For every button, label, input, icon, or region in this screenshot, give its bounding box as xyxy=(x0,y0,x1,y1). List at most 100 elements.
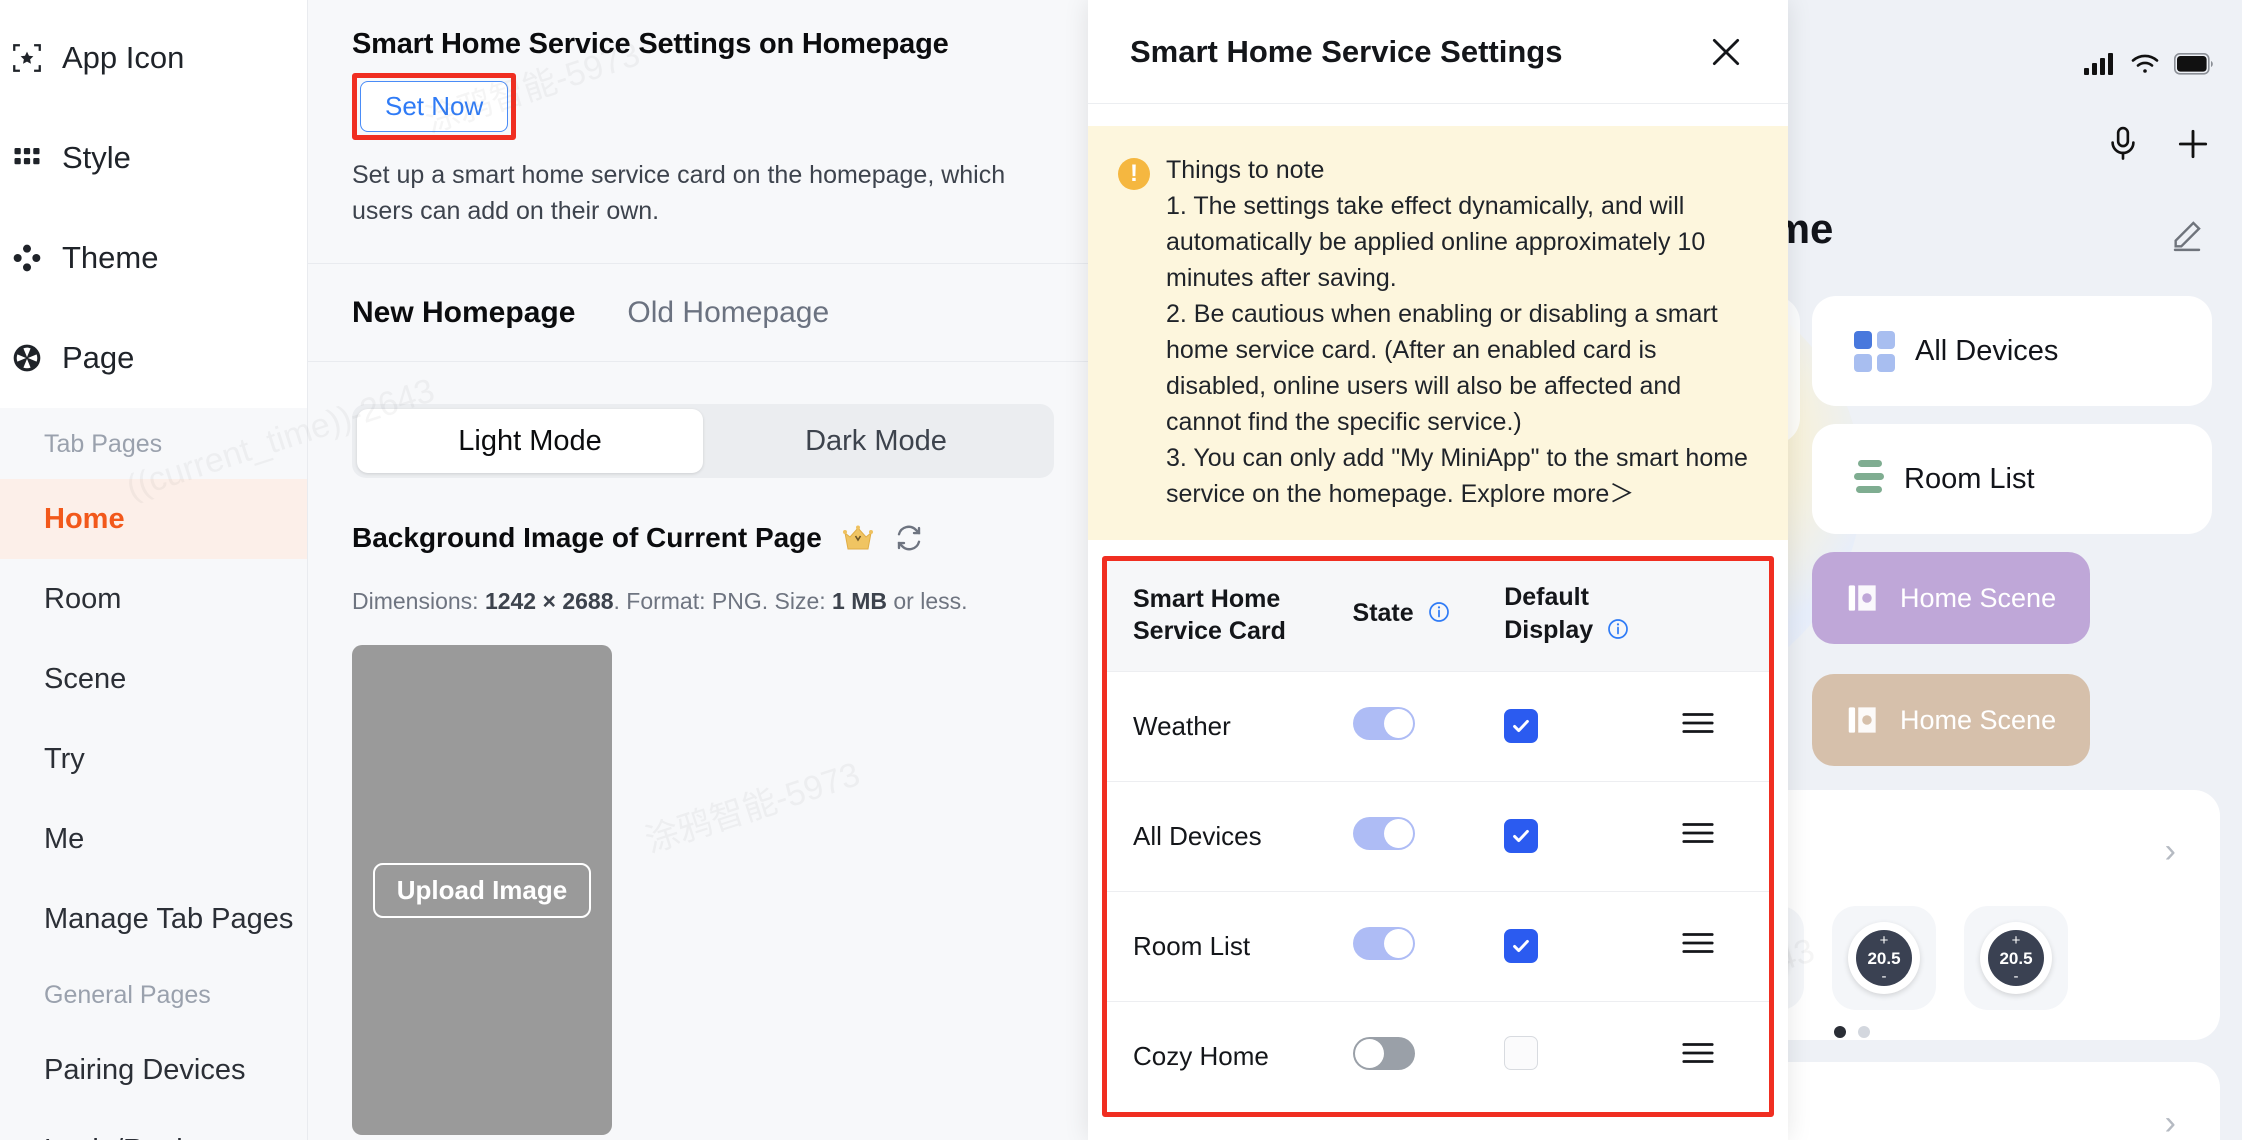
refresh-icon[interactable] xyxy=(894,523,924,553)
all-devices-label: All Devices xyxy=(1915,334,2059,367)
sidebar-item-me[interactable]: Me xyxy=(0,799,307,879)
device-tile[interactable]: +20.5- xyxy=(1964,906,2068,1010)
dimensions-prefix: Dimensions: xyxy=(352,588,485,614)
thermostat-icon: +20.5- xyxy=(1980,922,2052,994)
info-icon[interactable] xyxy=(1427,600,1451,633)
table-row: All Devices xyxy=(1107,781,1769,892)
sidebar-item-room[interactable]: Room xyxy=(0,559,307,639)
modal-title: Smart Home Service Settings xyxy=(1130,33,1563,69)
table-row: Room List xyxy=(1107,891,1769,1002)
sidebar-item-try[interactable]: Try xyxy=(0,719,307,799)
header-drag xyxy=(1680,561,1769,672)
notice-line-3[interactable]: 3. You can only add "My MiniApp" to the … xyxy=(1166,440,1758,512)
sidebar-item-app-icon[interactable]: App Icon xyxy=(0,8,307,108)
sidebar-item-label: Page xyxy=(62,340,135,375)
device-tile[interactable]: +20.5- xyxy=(1832,906,1936,1010)
sidebar: App Icon Style Theme Page Tab Pages Home… xyxy=(0,0,308,1140)
sidebar-item-scene[interactable]: Scene xyxy=(0,639,307,719)
row-default-display-cell xyxy=(1504,1001,1681,1112)
preview-scene-card[interactable]: Home Scene xyxy=(1812,552,2090,644)
thermostat-value: 20.5 xyxy=(1999,948,2033,968)
default-display-checkbox[interactable] xyxy=(1504,709,1539,743)
upload-image-button[interactable]: Upload Image xyxy=(372,862,592,918)
state-toggle[interactable] xyxy=(1352,1036,1415,1070)
mode-light[interactable]: Light Mode xyxy=(357,409,703,473)
battery-icon xyxy=(2174,53,2214,80)
sidebar-section-title-general: General Pages xyxy=(0,959,307,1030)
table-row: Cozy Home xyxy=(1107,1001,1769,1112)
drag-handle-icon[interactable] xyxy=(1681,820,1715,853)
all-devices-icon xyxy=(1854,330,1895,372)
default-display-checkbox[interactable] xyxy=(1504,819,1539,853)
size-value: 1 MB xyxy=(832,588,887,614)
sidebar-item-style[interactable]: Style xyxy=(0,108,307,208)
close-icon[interactable] xyxy=(1706,32,1746,72)
carousel-pager[interactable] xyxy=(1834,1026,1870,1038)
set-now-button[interactable]: Set Now xyxy=(360,81,509,132)
service-card-table-highlight: Smart Home Service Card State Default Di… xyxy=(1102,556,1774,1117)
scene-label: Home Scene xyxy=(1900,704,2057,735)
header-default-display: Default Display xyxy=(1504,561,1681,672)
notice-title: Things to note xyxy=(1166,156,1325,184)
preview-scene-card[interactable]: Home Scene xyxy=(1812,674,2090,766)
set-now-highlight: Set Now xyxy=(352,73,517,140)
image-upload-area[interactable]: Upload Image xyxy=(352,645,612,1135)
sidebar-item-label: App Icon xyxy=(62,40,185,75)
scene-icon xyxy=(1844,701,1882,739)
row-default-display-cell xyxy=(1504,891,1681,1002)
header-state: State xyxy=(1352,561,1505,672)
background-image-header: Background Image of Current Page xyxy=(352,522,1044,554)
default-display-checkbox[interactable] xyxy=(1504,1036,1539,1071)
sidebar-item-theme[interactable]: Theme xyxy=(0,208,307,308)
tab-new-homepage[interactable]: New Homepage xyxy=(352,296,575,330)
sidebar-item-login-register[interactable]: Login/Register xyxy=(0,1110,307,1140)
row-default-display-cell xyxy=(1504,781,1681,892)
state-toggle[interactable] xyxy=(1352,926,1415,960)
row-name: Room List xyxy=(1107,891,1353,1002)
sidebar-item-manage-tab-pages[interactable]: Manage Tab Pages xyxy=(0,879,307,959)
default-display-checkbox[interactable] xyxy=(1504,929,1539,963)
microphone-icon[interactable] xyxy=(2106,126,2140,167)
format-prefix: . Format: PNG. Size: xyxy=(613,588,833,614)
row-state-cell xyxy=(1352,1001,1505,1112)
thermostat-icon: +20.5- xyxy=(1848,922,1920,994)
pencil-icon[interactable] xyxy=(2170,218,2204,257)
row-default-display-cell xyxy=(1504,671,1681,782)
background-image-title: Background Image of Current Page xyxy=(352,522,822,553)
table-body: Weather All Devices Room List Cozy Home xyxy=(1107,671,1769,1112)
sidebar-section-tab-pages: Tab Pages Home Room Scene Try Me Manage … xyxy=(0,408,307,1140)
modal-header: Smart Home Service Settings xyxy=(1088,0,1788,104)
sidebar-item-page[interactable]: Page xyxy=(0,308,307,408)
row-state-cell xyxy=(1352,891,1505,1002)
plus-icon[interactable] xyxy=(2174,125,2212,168)
sidebar-item-pairing-devices[interactable]: Pairing Devices xyxy=(0,1030,307,1110)
notice-line-1: 1. The settings take effect dynamically,… xyxy=(1166,192,1706,292)
state-toggle[interactable] xyxy=(1352,706,1415,740)
header-state-label: State xyxy=(1352,599,1414,628)
sidebar-item-home[interactable]: Home xyxy=(0,479,307,559)
row-drag-cell xyxy=(1680,1001,1769,1112)
mode-dark[interactable]: Dark Mode xyxy=(703,409,1049,473)
table-head: Smart Home Service Card State Default Di… xyxy=(1107,561,1769,672)
drag-handle-icon[interactable] xyxy=(1681,930,1715,963)
dimensions-value: 1242 × 2688 xyxy=(484,588,614,614)
grid-icon xyxy=(10,141,44,175)
format-suffix: or less. xyxy=(886,588,968,614)
preview-all-devices-card[interactable]: All Devices xyxy=(1812,296,2212,406)
chevron-right-icon[interactable]: › xyxy=(2165,832,2176,871)
app-root: App Icon Style Theme Page Tab Pages Home… xyxy=(0,0,2242,1140)
row-drag-cell xyxy=(1680,671,1769,782)
settings-panel: Smart Home Service Settings on Homepage … xyxy=(308,0,1088,1140)
info-icon[interactable] xyxy=(1606,617,1630,650)
warning-icon: ! xyxy=(1118,158,1150,190)
drag-handle-icon[interactable] xyxy=(1681,1040,1715,1073)
drag-handle-icon[interactable] xyxy=(1681,710,1715,743)
header-default-display-label: Default Display xyxy=(1504,583,1594,644)
preview-room-list-card[interactable]: Room List xyxy=(1812,424,2212,534)
header-service-card: Smart Home Service Card xyxy=(1107,561,1353,672)
table-row: Weather xyxy=(1107,671,1769,782)
chevron-right-icon[interactable]: › xyxy=(2165,1104,2176,1140)
state-toggle[interactable] xyxy=(1352,816,1415,850)
tab-old-homepage[interactable]: Old Homepage xyxy=(627,296,829,330)
image-requirements: Dimensions: 1242 × 2688. Format: PNG. Si… xyxy=(352,588,1044,615)
